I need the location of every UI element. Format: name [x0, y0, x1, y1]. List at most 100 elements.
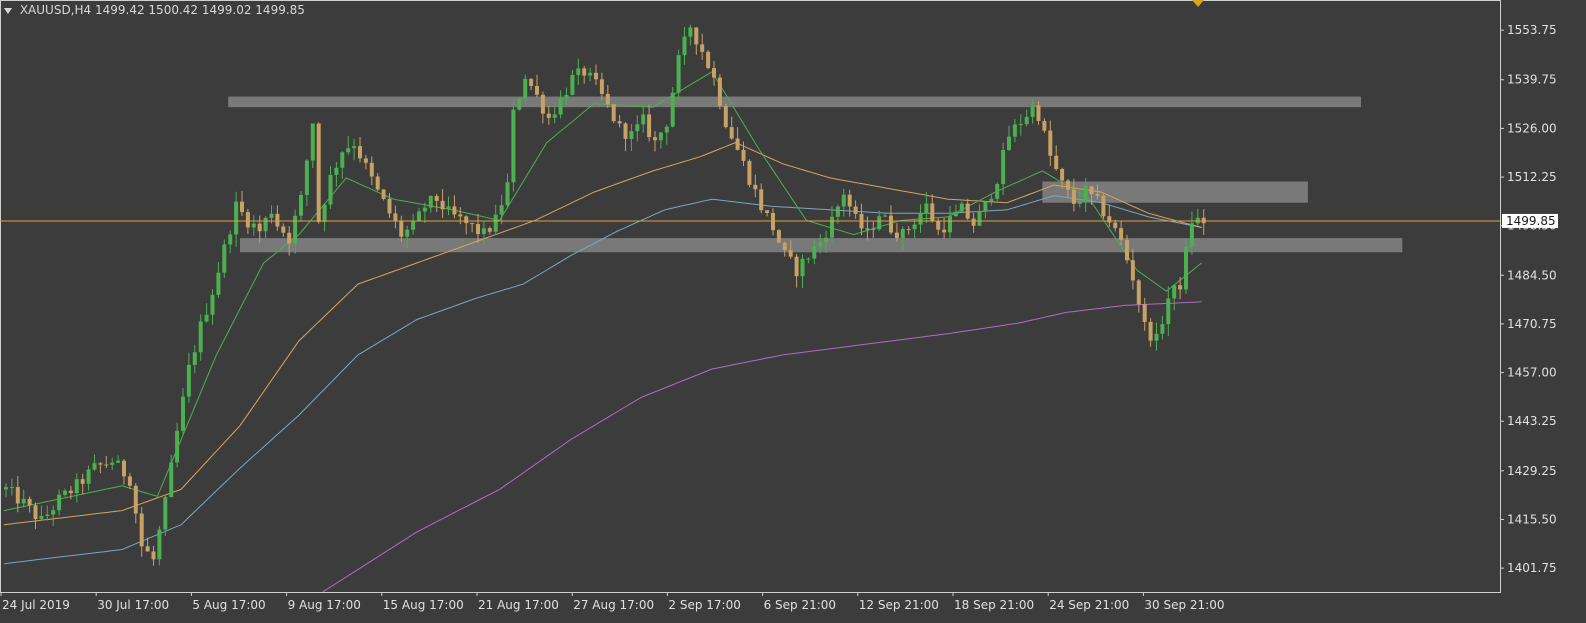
candle [322, 203, 327, 232]
candle-body [894, 232, 899, 239]
candle-body [86, 469, 91, 484]
candle-body [204, 314, 209, 322]
candle-body [900, 228, 905, 239]
candle-body [481, 228, 486, 235]
candle [953, 204, 958, 217]
candle-body [653, 137, 657, 141]
candle-body [1054, 155, 1059, 169]
candle-body [1001, 149, 1006, 185]
candle [216, 261, 221, 298]
candle-body [700, 44, 705, 52]
candle-body [965, 203, 970, 219]
candle-body [564, 94, 569, 99]
candle-body [942, 229, 947, 233]
candle [1001, 142, 1006, 195]
x-tick-label: 27 Aug 17:00 [573, 598, 654, 612]
candle [39, 505, 44, 521]
candle [63, 488, 67, 497]
x-tick-label: 6 Sep 21:00 [764, 598, 836, 612]
x-tick-label: 18 Sep 21:00 [954, 598, 1034, 612]
candle [706, 49, 711, 70]
candle-body [1172, 285, 1177, 299]
candle [68, 486, 73, 500]
candle-body [865, 228, 870, 230]
candle [753, 174, 758, 198]
candle [989, 194, 994, 206]
candle [175, 422, 180, 468]
candle-body [186, 364, 191, 397]
y-tick-label: 1512.25 [1507, 170, 1557, 184]
candle-body [800, 258, 805, 277]
candle [304, 158, 309, 206]
candle [1113, 219, 1118, 232]
candle-body [912, 224, 917, 230]
ohlc-values: 1499.42 1500.42 1499.02 1499.85 [94, 3, 305, 17]
candle-body [535, 86, 539, 95]
candle-body [487, 228, 492, 232]
candle-body [871, 228, 876, 230]
candle [664, 124, 669, 145]
candle-body [57, 494, 62, 511]
candle [352, 138, 357, 161]
candle [617, 115, 622, 128]
candle [588, 67, 593, 82]
candle [912, 219, 917, 239]
candle [228, 230, 233, 254]
candle-body [1089, 186, 1094, 194]
x-tick-label: 5 Aug 17:00 [192, 598, 265, 612]
candle [428, 195, 433, 213]
candle-body [806, 258, 811, 260]
candle-body [446, 206, 451, 210]
candle [776, 229, 781, 244]
candle-body [240, 201, 244, 213]
candle-body [959, 203, 964, 212]
candle [21, 489, 26, 508]
candle-body [417, 211, 421, 222]
ma-mid-line [3, 142, 1202, 526]
candle-body [629, 131, 634, 139]
candle-body [670, 92, 675, 127]
candle [275, 205, 280, 231]
candle [440, 189, 445, 219]
candle [487, 226, 492, 235]
candle-body [151, 551, 156, 560]
candle-body [80, 479, 85, 484]
candle-body [788, 250, 793, 257]
candle [1142, 298, 1147, 331]
candle-body [617, 121, 622, 124]
moving-averages-layer [3, 71, 1203, 593]
candle [965, 198, 970, 220]
candle [995, 182, 1000, 203]
candle-body [39, 515, 44, 520]
candle [1042, 118, 1047, 133]
zone-rect-1[interactable] [228, 96, 1362, 108]
candle-body [275, 213, 280, 227]
candle [340, 151, 345, 179]
candle [1012, 118, 1017, 143]
candle [493, 204, 498, 236]
candle-body [983, 201, 988, 212]
candle [251, 215, 256, 236]
candle-body [304, 160, 309, 195]
candle-body [440, 200, 445, 210]
candle-body [1071, 189, 1076, 204]
candle-body [139, 513, 144, 547]
candle [847, 189, 852, 217]
candle [599, 72, 604, 101]
candle [576, 58, 581, 85]
candle [735, 127, 740, 151]
candle-body [104, 464, 109, 466]
candle-body [830, 216, 834, 238]
candle [517, 96, 522, 111]
candle [546, 105, 551, 125]
candle-body [9, 487, 14, 489]
dropdown-triangle-icon[interactable] [4, 7, 12, 14]
price-chart[interactable]: 1553.751539.751526.001512.251498.501484.… [0, 0, 1586, 623]
candle [623, 122, 628, 152]
candle [959, 201, 964, 212]
candle-body [605, 93, 610, 105]
candle-body [393, 213, 398, 222]
scroll-marker-icon[interactable] [1192, 0, 1204, 7]
candle [529, 78, 534, 91]
candle [393, 205, 398, 229]
